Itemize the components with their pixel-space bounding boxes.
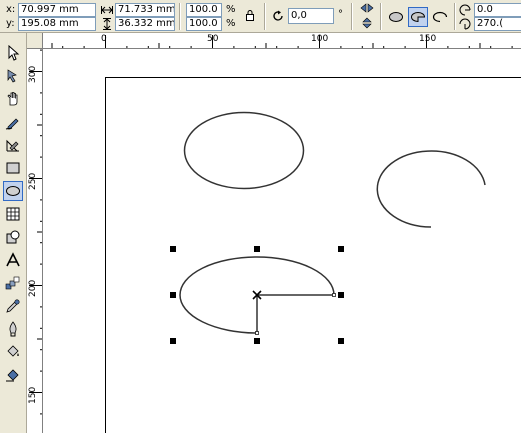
arc-mode-button[interactable]	[430, 7, 450, 27]
ellipse-tool[interactable]	[3, 181, 23, 201]
pie-end-node[interactable]	[255, 331, 259, 335]
hruler-label: 0	[101, 34, 107, 44]
separator	[454, 3, 456, 30]
scale-x-field[interactable]: 100.0	[186, 3, 222, 17]
x-label: x:	[6, 4, 16, 15]
rectangle-tool-icon	[6, 162, 20, 174]
hruler-label: 100	[311, 34, 329, 44]
ellipse-tool-icon	[6, 186, 20, 196]
start-angle-field[interactable]: 0.0	[474, 3, 521, 17]
width-icon	[100, 3, 114, 17]
y-label: y:	[6, 18, 15, 29]
zoom-tool-icon	[7, 92, 18, 106]
drawing-canvas[interactable]	[43, 49, 521, 433]
scale-y-field[interactable]: 100.0	[186, 17, 222, 31]
pie-mode-button[interactable]	[408, 7, 428, 27]
separator	[380, 3, 382, 30]
rectangle-tool[interactable]	[3, 158, 23, 178]
graph-paper-tool-icon	[6, 207, 20, 221]
vertical-ruler[interactable]: 300 250 200 150	[27, 49, 43, 433]
hruler-label: 50	[207, 34, 219, 44]
graph-paper-tool[interactable]	[3, 204, 23, 224]
separator	[264, 3, 266, 30]
smart-fill-tool[interactable]	[3, 135, 23, 155]
basic-shapes-tool[interactable]	[3, 227, 23, 247]
percent-x-label: %	[226, 4, 236, 15]
eyedropper-tool-icon	[6, 299, 20, 313]
rotation-angle-field[interactable]: 0,0	[288, 8, 334, 24]
end-angle-field[interactable]: 270.(	[474, 17, 521, 31]
lock-ratio-button[interactable]	[240, 5, 260, 25]
freehand-tool[interactable]	[3, 112, 23, 132]
freehand-tool-icon	[5, 118, 19, 130]
vruler-label: 250	[28, 172, 38, 190]
basic-shapes-tool-icon	[6, 230, 20, 244]
vruler-label: 300	[28, 65, 38, 83]
page-border	[105, 77, 521, 433]
separator	[179, 3, 181, 30]
ellipse-mode-button[interactable]	[386, 7, 406, 27]
pie-start-node[interactable]	[332, 293, 336, 297]
interactive-fill-tool[interactable]	[3, 365, 23, 385]
text-tool-icon	[6, 252, 20, 267]
shape-tool-icon	[7, 69, 17, 83]
x-position-field[interactable]: 70.997 mm	[18, 3, 96, 17]
pick-tool-icon	[8, 45, 20, 61]
toolbox	[0, 33, 27, 433]
shape-tool[interactable]	[3, 66, 23, 86]
property-bar: x: 70.997 mm y: 195.08 mm 71.733 mm 36.3…	[0, 0, 521, 33]
interactive-blend-tool[interactable]	[3, 273, 23, 293]
fill-tool[interactable]	[3, 342, 23, 362]
text-tool[interactable]	[3, 250, 23, 270]
vruler-label: 200	[28, 279, 38, 297]
percent-y-label: %	[226, 18, 236, 29]
mirror-horizontal-button[interactable]	[358, 1, 376, 15]
start-angle-icon	[458, 3, 472, 17]
separator	[351, 3, 353, 30]
height-icon	[100, 17, 114, 31]
pick-tool[interactable]	[3, 43, 23, 63]
interactive-blend-tool-icon	[5, 276, 20, 290]
object-width-field[interactable]: 71.733 mm	[115, 3, 175, 17]
eyedropper-tool[interactable]	[3, 296, 23, 316]
degree-label: °	[338, 9, 343, 20]
object-height-field[interactable]: 36.332 mm	[115, 17, 175, 31]
ruler-origin[interactable]	[27, 33, 43, 49]
rotate-icon	[271, 9, 285, 23]
vruler-label: 150	[28, 386, 38, 404]
mirror-vertical-button[interactable]	[358, 16, 376, 30]
zoom-tool[interactable]	[3, 89, 23, 109]
smart-fill-tool-icon	[6, 139, 19, 152]
end-angle-icon	[458, 17, 472, 31]
outline-tool[interactable]	[3, 319, 23, 339]
fill-tool-icon	[7, 345, 19, 357]
horizontal-ruler[interactable]: 0 50 100 150	[27, 33, 521, 49]
hruler-label: 150	[419, 34, 437, 44]
interactive-fill-tool-icon	[6, 369, 19, 382]
y-position-field[interactable]: 195.08 mm	[18, 17, 96, 31]
outline-tool-icon	[9, 321, 17, 337]
